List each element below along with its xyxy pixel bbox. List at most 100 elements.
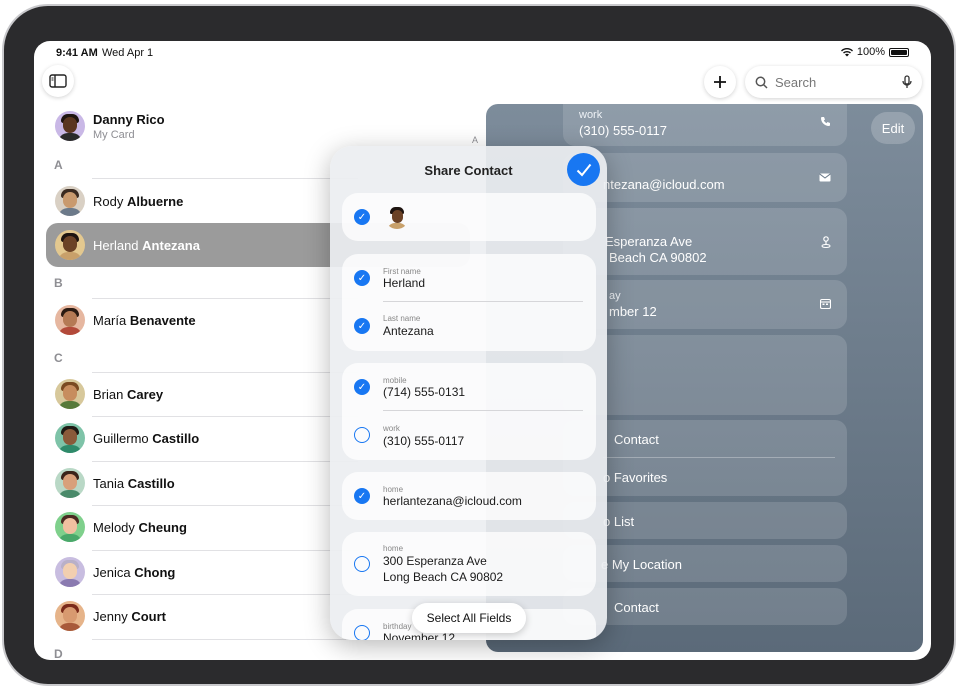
status-date: Wed Apr 1 (102, 47, 154, 59)
avatar (55, 557, 85, 587)
field-first-name[interactable]: ✓ First name Herland (342, 254, 596, 302)
plus-icon (714, 76, 726, 88)
checkmark-icon (576, 163, 591, 176)
search-icon (755, 76, 768, 89)
avatar (55, 468, 85, 498)
field-label: home (383, 485, 404, 494)
status-time: 9:41 AM (56, 47, 98, 59)
work-phone-value: (310) 555-0117 (579, 123, 667, 138)
field-last-name[interactable]: ✓ Last name Antezana (342, 302, 596, 350)
contact-row-jenny-court[interactable]: Jenny Court (46, 594, 346, 638)
field-label: First name (383, 267, 421, 276)
field-address[interactable]: home 300 Esperanza Ave Long Beach CA 908… (342, 532, 596, 596)
select-all-fields-button[interactable]: Select All Fields (412, 603, 526, 633)
battery-percent: 100% (856, 46, 885, 58)
battery-icon (889, 47, 909, 57)
avatar (55, 111, 85, 141)
avatar (55, 379, 85, 409)
birthday-label: ay (609, 290, 621, 302)
checkmark-icon[interactable]: ✓ (354, 318, 370, 334)
phone-field-group: ✓ mobile (714) 555-0131 work (310) 555-0… (342, 363, 596, 460)
wifi-icon (840, 47, 853, 56)
field-label: work (383, 424, 400, 433)
field-label: Last name (383, 314, 421, 323)
birthday-value: mber 12 (609, 304, 657, 319)
contact-row-brian-carey[interactable]: Brian Carey (46, 372, 346, 416)
field-work[interactable]: work (310) 555-0117 (342, 411, 596, 459)
index-letter-a[interactable]: A (472, 135, 478, 145)
divider (603, 457, 835, 458)
calendar-icon[interactable] (820, 298, 831, 309)
address-line-2: Beach CA 90802 (609, 250, 707, 265)
microphone-icon[interactable] (902, 75, 912, 89)
contact-row-tania-castillo[interactable]: Tania Castillo (46, 461, 346, 505)
add-contact-button[interactable] (704, 66, 736, 98)
field-value-line-1: 300 Esperanza Ave (383, 554, 487, 568)
avatar (55, 305, 85, 335)
checkmark-icon[interactable]: ✓ (354, 209, 370, 225)
field-value: Herland (383, 276, 426, 290)
contact-row-melody-cheung[interactable]: Melody Cheung (46, 505, 346, 549)
field-email[interactable]: ✓ home herlantezana@icloud.com (342, 472, 596, 520)
mail-icon[interactable] (819, 173, 831, 182)
avatar (55, 512, 85, 542)
edit-button[interactable]: Edit (871, 112, 915, 144)
phone-icon[interactable] (820, 116, 831, 127)
contact-name: Melody Cheung (93, 519, 187, 535)
divider (92, 639, 358, 640)
contact-name: Tania Castillo (93, 475, 175, 491)
avatar (55, 423, 85, 453)
field-value: (714) 555-0131 (383, 385, 466, 399)
work-phone-card[interactable]: work (310) 555-0117 (563, 104, 847, 146)
contact-name: Rody Albuerne (93, 193, 184, 209)
avatar (55, 230, 85, 260)
contact-row-maria-benavente[interactable]: María Benavente (46, 298, 346, 342)
work-phone-label: work (579, 109, 603, 121)
checkmark-icon[interactable]: ✓ (354, 270, 370, 286)
email-field-group: ✓ home herlantezana@icloud.com (342, 472, 596, 520)
search-field[interactable]: Search (745, 66, 922, 98)
map-pin-icon[interactable] (821, 236, 831, 248)
field-mobile[interactable]: ✓ mobile (714) 555-0131 (342, 363, 596, 411)
ipad-frame: 9:41 AM Wed Apr 1 100% Search Danny Rico… (2, 4, 956, 686)
checkmark-icon[interactable]: ✓ (354, 488, 370, 504)
avatar (55, 186, 85, 216)
contact-row-jenica-chong[interactable]: Jenica Chong (46, 550, 346, 594)
contact-name: Herland Antezana (93, 237, 200, 253)
section-header-b: B (54, 276, 63, 290)
checkmark-icon[interactable]: ✓ (354, 379, 370, 395)
status-right: 100% (840, 46, 909, 58)
action-block-contact[interactable]: Contact (614, 600, 659, 615)
address-field-group: home 300 Esperanza Ave Long Beach CA 908… (342, 532, 596, 596)
empty-circle-icon[interactable] (354, 625, 370, 640)
photo-field-group: ✓ (342, 193, 596, 241)
empty-circle-icon[interactable] (354, 427, 370, 443)
action-add-to-favorites[interactable]: o Favorites (603, 470, 667, 485)
address-line-1: Esperanza Ave (605, 234, 693, 249)
my-card-subtitle: My Card (93, 128, 135, 141)
field-label: mobile (383, 376, 407, 385)
screen: 9:41 AM Wed Apr 1 100% Search Danny Rico… (34, 41, 931, 660)
action-share-contact[interactable]: Contact (614, 432, 659, 447)
empty-circle-icon[interactable] (354, 556, 370, 572)
my-card-row[interactable]: Danny Rico My Card (46, 104, 346, 148)
action-add-to-list[interactable]: o List (603, 514, 634, 529)
sheet-title: Share Contact (424, 163, 513, 178)
action-share-my-location[interactable]: e My Location (601, 557, 682, 572)
avatar (385, 205, 409, 229)
name-field-group: ✓ First name Herland ✓ Last name Antezan… (342, 254, 596, 351)
email-value: ntezana@icloud.com (603, 177, 725, 192)
section-header-d: D (54, 647, 63, 660)
contact-name: Guillermo Castillo (93, 430, 200, 446)
contact-name: Jenny Court (93, 608, 166, 624)
sidebar-toggle-button[interactable] (42, 65, 74, 97)
done-button[interactable] (567, 153, 600, 186)
share-contact-sheet: Share Contact ✓ ✓ First name Herland ✓ L… (330, 146, 607, 640)
field-label: home (383, 544, 404, 553)
contact-name: Brian Carey (93, 386, 164, 402)
contact-row-guillermo-castillo[interactable]: Guillermo Castillo (46, 416, 346, 460)
field-value: (310) 555-0117 (383, 434, 465, 448)
my-card-first: Danny (93, 111, 133, 127)
contact-row-rody-albuerne[interactable]: Rody Albuerne (46, 179, 346, 223)
avatar (55, 601, 85, 631)
